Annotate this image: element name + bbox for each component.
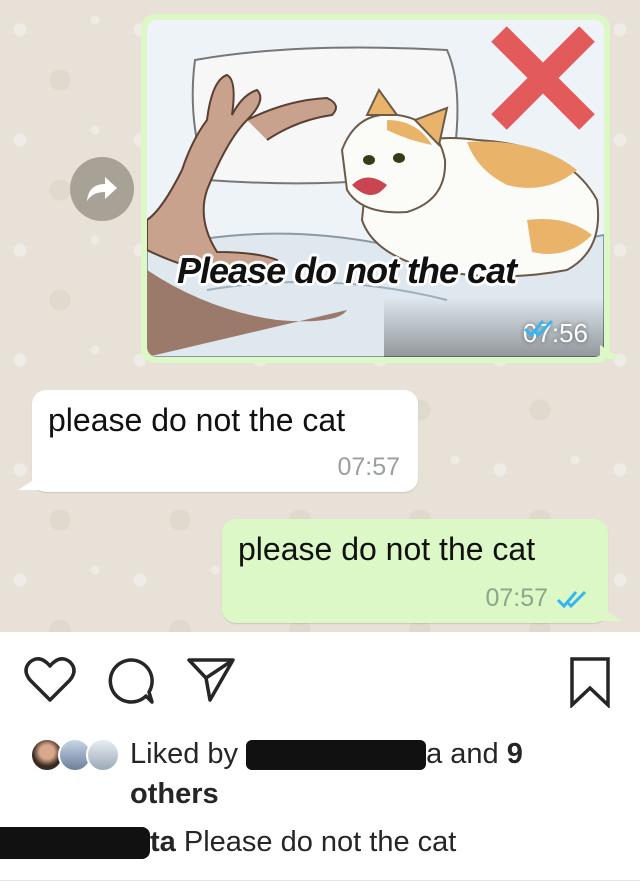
likes-text[interactable]: Liked by a and 9 others [130, 734, 600, 814]
redacted-username [246, 740, 427, 771]
avatar [86, 738, 120, 772]
forward-button[interactable] [70, 157, 134, 221]
instagram-post-footer: Liked by a and 9 others ta Please do not… [0, 632, 640, 896]
comment-icon[interactable] [106, 656, 156, 706]
outgoing-message-bubble[interactable]: please do not the cat 07:57 [222, 519, 622, 623]
liker-avatars[interactable] [30, 738, 122, 774]
outgoing-message-text: please do not the cat [238, 531, 536, 567]
meme-image[interactable]: Please do not the cat 07:56 [147, 20, 604, 357]
likes-count: 9 [506, 738, 523, 770]
caption-username[interactable]: ta [150, 826, 176, 858]
meme-caption: Please do not the cat [177, 250, 517, 291]
divider [0, 880, 640, 881]
chat-area: Please do not the cat 07:56 please do no… [0, 0, 640, 632]
image-message-bubble[interactable]: Please do not the cat 07:56 [141, 14, 622, 363]
incoming-message-time: 07:57 [337, 453, 400, 481]
forward-arrow-icon [87, 177, 117, 201]
double-check-icon [556, 590, 587, 608]
post-caption: ta Please do not the cat [0, 822, 640, 862]
share-icon[interactable] [186, 656, 236, 704]
image-message-time: 07:56 [522, 318, 588, 348]
heart-icon[interactable] [24, 656, 76, 704]
bookmark-icon[interactable] [568, 656, 612, 708]
outgoing-message-time: 07:57 [485, 584, 590, 613]
redacted-username [0, 827, 150, 860]
double-check-icon [523, 319, 553, 338]
incoming-message-bubble[interactable]: please do not the cat 07:57 [18, 390, 418, 492]
incoming-message-text: please do not the cat [48, 402, 346, 438]
caption-text: Please do not the cat [183, 826, 457, 858]
